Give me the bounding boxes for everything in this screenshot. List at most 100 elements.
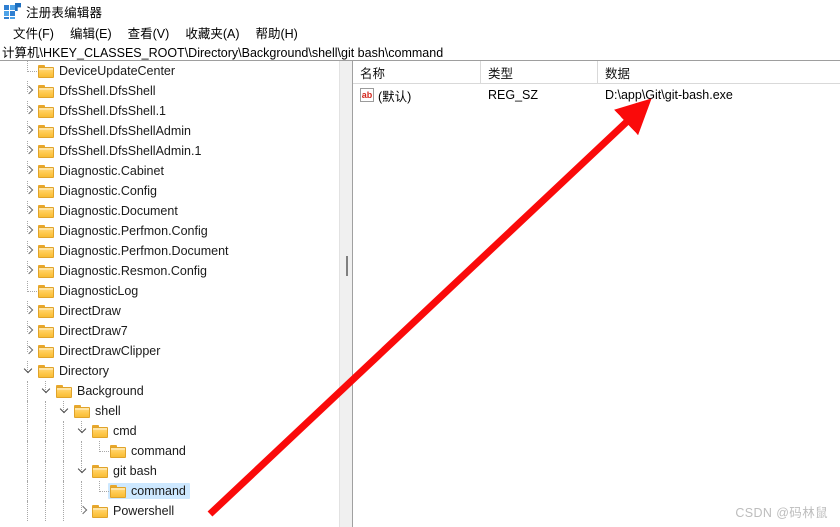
column-header-data[interactable]: 数据 <box>598 61 840 83</box>
column-header-name[interactable]: 名称 <box>353 61 481 83</box>
tree-item-content[interactable]: shell <box>72 403 125 419</box>
chevron-right-icon[interactable] <box>22 323 36 339</box>
tree-item[interactable]: Diagnostic.Resmon.Config <box>0 261 339 281</box>
tree-item-content[interactable]: DirectDraw <box>36 303 125 319</box>
tree-item-content[interactable]: DfsShell.DfsShellAdmin.1 <box>36 143 205 159</box>
chevron-right-icon[interactable] <box>76 503 90 519</box>
folder-icon <box>38 124 54 138</box>
tree-item[interactable]: Powershell <box>0 501 339 521</box>
folder-icon <box>38 144 54 158</box>
tree-item[interactable]: Directory <box>0 361 339 381</box>
folder-icon <box>38 364 54 378</box>
value-name-label: (默认) <box>378 89 412 104</box>
tree-guide-line <box>63 421 65 441</box>
chevron-right-icon[interactable] <box>22 143 36 159</box>
value-row[interactable]: ab (默认) REG_SZ D:\app\Git\git-bash.exe <box>353 84 840 106</box>
tree-item-content[interactable]: DeviceUpdateCenter <box>36 63 179 79</box>
values-list-pane[interactable]: 名称 类型 数据 ab (默认) REG_SZ D:\app\Git\git-bash… <box>353 61 840 527</box>
tree-item[interactable]: DirectDraw <box>0 301 339 321</box>
tree-item[interactable]: shell <box>0 401 339 421</box>
tree-item[interactable]: DfsShell.DfsShell.1 <box>0 101 339 121</box>
folder-icon <box>92 424 108 438</box>
tree-item[interactable]: Diagnostic.Perfmon.Config <box>0 221 339 241</box>
chevron-down-icon[interactable] <box>40 383 54 399</box>
tree-item[interactable]: DfsShell.DfsShellAdmin <box>0 121 339 141</box>
tree-item-content[interactable]: Powershell <box>90 503 178 519</box>
tree-item-label: DfsShell.DfsShellAdmin.1 <box>59 144 202 158</box>
tree-item-content[interactable]: DfsShell.DfsShell.1 <box>36 103 170 119</box>
menu-item-file[interactable]: 文件(F) <box>6 22 63 43</box>
chevron-right-icon[interactable] <box>22 103 36 119</box>
tree-item[interactable]: cmd <box>0 421 339 441</box>
tree-item[interactable]: DfsShell.DfsShellAdmin.1 <box>0 141 339 161</box>
tree-item-content[interactable]: Diagnostic.Document <box>36 203 182 219</box>
tree-guide-line <box>63 501 65 521</box>
chevron-right-icon[interactable] <box>22 83 36 99</box>
tree-item-content[interactable]: Directory <box>36 363 113 379</box>
chevron-right-icon[interactable] <box>22 223 36 239</box>
tree-guide-line <box>27 481 29 501</box>
chevron-right-icon[interactable] <box>22 243 36 259</box>
column-header-type[interactable]: 类型 <box>481 61 598 83</box>
tree-item[interactable]: command <box>0 441 339 461</box>
pane-splitter[interactable] <box>339 61 353 527</box>
tree-item-content[interactable]: Diagnostic.Config <box>36 183 161 199</box>
tree-item-content[interactable]: DiagnosticLog <box>36 283 142 299</box>
address-bar[interactable]: 计算机\HKEY_CLASSES_ROOT\Directory\Backgrou… <box>0 42 840 61</box>
tree-item-content[interactable]: Diagnostic.Perfmon.Document <box>36 243 233 259</box>
chevron-right-icon[interactable] <box>22 203 36 219</box>
chevron-right-icon[interactable] <box>22 123 36 139</box>
tree-item-content[interactable]: Diagnostic.Cabinet <box>36 163 168 179</box>
folder-icon <box>110 484 126 498</box>
tree-item-content[interactable]: Diagnostic.Resmon.Config <box>36 263 211 279</box>
tree-item-content[interactable]: cmd <box>90 423 141 439</box>
chevron-right-icon[interactable] <box>22 343 36 359</box>
chevron-right-icon[interactable] <box>22 303 36 319</box>
tree-item[interactable]: DiagnosticLog <box>0 281 339 301</box>
folder-icon <box>92 464 108 478</box>
tree-item[interactable]: DfsShell.DfsShell <box>0 81 339 101</box>
tree-item[interactable]: Diagnostic.Config <box>0 181 339 201</box>
tree-item-content[interactable]: Background <box>54 383 148 399</box>
menu-item-favorites[interactable]: 收藏夹(A) <box>178 22 248 43</box>
registry-tree-pane[interactable]: DeviceUpdateCenter DfsShell.DfsShell DfsSh… <box>0 61 339 527</box>
tree-item-content[interactable]: git bash <box>90 463 161 479</box>
tree-item[interactable]: Diagnostic.Cabinet <box>0 161 339 181</box>
folder-icon <box>38 344 54 358</box>
tree-item[interactable]: Background <box>0 381 339 401</box>
tree-item[interactable]: command <box>0 481 339 501</box>
tree-item[interactable]: DirectDrawClipper <box>0 341 339 361</box>
tree-item[interactable]: Diagnostic.Document <box>0 201 339 221</box>
chevron-right-icon[interactable] <box>22 183 36 199</box>
tree-item-content[interactable]: DirectDraw7 <box>36 323 132 339</box>
tree-item-content[interactable]: DfsShell.DfsShellAdmin <box>36 123 195 139</box>
tree-guide-line <box>27 401 29 421</box>
tree-item-content[interactable]: command <box>108 443 190 459</box>
menu-item-view[interactable]: 查看(V) <box>121 22 179 43</box>
chevron-down-icon[interactable] <box>22 363 36 379</box>
registry-editor-icon <box>4 3 21 19</box>
menu-item-edit[interactable]: 编辑(E) <box>63 22 121 43</box>
chevron-right-icon[interactable] <box>22 163 36 179</box>
menu-item-help[interactable]: 帮助(H) <box>248 22 306 43</box>
tree-guide-line <box>63 481 65 501</box>
tree-item-content[interactable]: Diagnostic.Perfmon.Config <box>36 223 212 239</box>
chevron-right-icon[interactable] <box>22 263 36 279</box>
folder-icon <box>38 64 54 78</box>
tree-item[interactable]: Diagnostic.Perfmon.Document <box>0 241 339 261</box>
tree-item-content[interactable]: DirectDrawClipper <box>36 343 164 359</box>
tree-item[interactable]: DeviceUpdateCenter <box>0 61 339 81</box>
tree-item-content[interactable]: DfsShell.DfsShell <box>36 83 160 99</box>
chevron-down-icon[interactable] <box>76 463 90 479</box>
chevron-down-icon[interactable] <box>58 403 72 419</box>
tree-item[interactable]: git bash <box>0 461 339 481</box>
tree-item[interactable]: DirectDraw7 <box>0 321 339 341</box>
tree-guide-line <box>27 421 29 441</box>
values-list-body[interactable]: ab (默认) REG_SZ D:\app\Git\git-bash.exe <box>353 84 840 106</box>
registry-tree[interactable]: DeviceUpdateCenter DfsShell.DfsShell DfsSh… <box>0 61 339 527</box>
folder-icon <box>38 184 54 198</box>
chevron-down-icon[interactable] <box>76 423 90 439</box>
tree-item-label: DfsShell.DfsShell.1 <box>59 104 166 118</box>
tree-item-content[interactable]: command <box>108 483 190 499</box>
